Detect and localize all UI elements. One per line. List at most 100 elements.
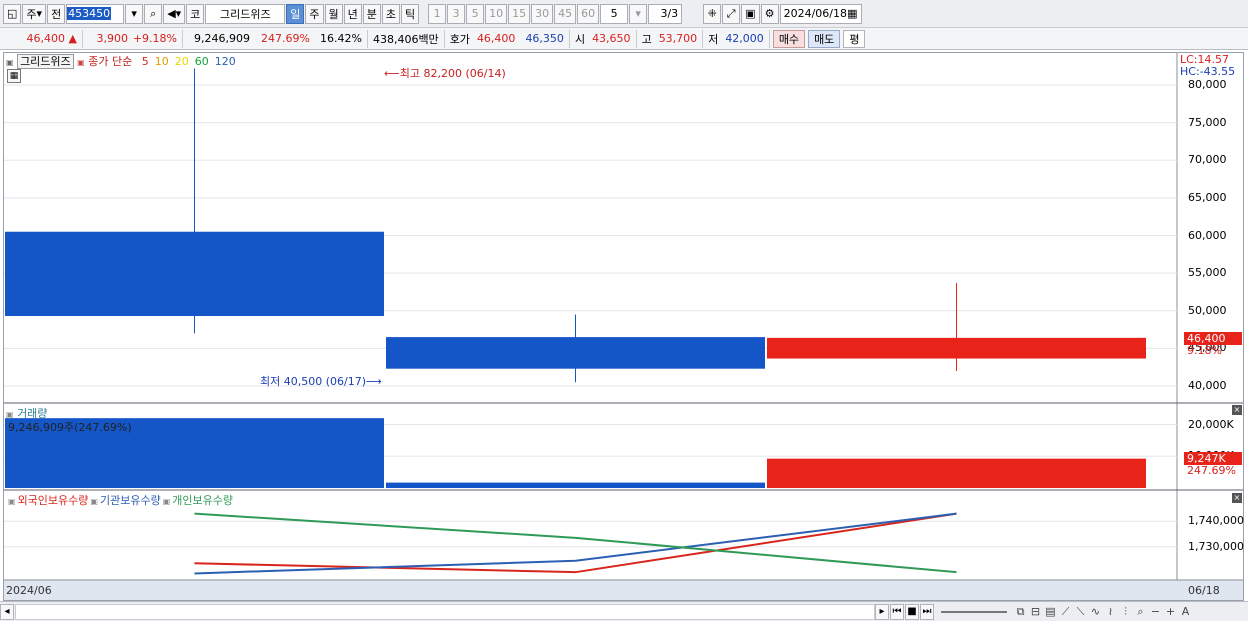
pane-marker-icon: ▣ (90, 497, 98, 506)
grid-icon[interactable]: ▤ (1043, 604, 1058, 620)
current-pct-tag: 9.18% (1187, 344, 1222, 357)
pane-marker-icon: ▣ (162, 497, 171, 506)
interval-button-30[interactable]: 30 (531, 3, 554, 24)
stock-code-value: 453450 (67, 7, 112, 20)
interval-button-1[interactable]: 1 (428, 3, 447, 24)
hc-value: HC:-43.55 (1180, 65, 1236, 78)
text-tool-icon[interactable]: A (1178, 604, 1193, 620)
interval-buttons: 1 3 5 10 15 30 45 60 (428, 3, 600, 24)
first-page-icon[interactable]: ⏮ (890, 603, 904, 620)
chart-canvas[interactable] (4, 53, 1243, 600)
market-select[interactable]: 주 ▾ (22, 3, 47, 24)
price-axis-tick: 65,000 (1188, 190, 1227, 204)
prev-button[interactable]: 전 (47, 3, 66, 24)
toolbar: ◱ 주 ▾ 전 453450 ▾ ⌕ ◀▾ 코 그리드위즈 일주월년분초틱 135… (0, 0, 1248, 28)
save-icon[interactable]: ▣ (741, 3, 760, 24)
search-icon[interactable]: ⌕ (144, 3, 163, 24)
code-label-button[interactable]: 코 (186, 3, 205, 24)
interval-button-45[interactable]: 45 (554, 3, 577, 24)
zoom-out-icon[interactable]: − (1148, 604, 1163, 620)
interval-button-3[interactable]: 3 (447, 3, 466, 24)
compare-icon[interactable]: ⧉ (1013, 604, 1028, 620)
date-value: 2024/06/18 (783, 7, 847, 20)
line-tool-icon[interactable]: ⟍ (1073, 604, 1088, 620)
count-dropdown-icon[interactable]: ▾ (629, 3, 648, 24)
chart-scrollbar: ◂ ▸ ⏮ ■ ⏭ ⧉ ⊟ ▤ ⟋ ⟍ ∿ ≀ ⫶ ⌕ − + A (0, 601, 1248, 621)
xaxis-band (4, 580, 1243, 600)
period-tab-3[interactable]: 년 (343, 3, 362, 24)
stock-name-field[interactable]: 그리드위즈 (205, 3, 286, 24)
ma-period-20[interactable]: 20 (175, 55, 189, 68)
stock-tag[interactable]: 그리드위즈 (17, 54, 74, 69)
period-tab-1[interactable]: 주 (305, 3, 324, 24)
stock-code-input[interactable]: 453450 (66, 3, 125, 24)
holding-axis-tick: 1,730,000 (1188, 539, 1244, 553)
date-input[interactable]: 2024/06/18 ▦ (779, 3, 862, 24)
period-tab-4[interactable]: 분 (362, 3, 381, 24)
period-tab-5[interactable]: 초 (381, 3, 401, 24)
period-tab-6[interactable]: 틱 (401, 3, 420, 24)
layout-icon[interactable]: ⊟ (1028, 604, 1043, 620)
interval-button-10[interactable]: 10 (485, 3, 508, 24)
ma-period-60[interactable]: 60 (195, 55, 209, 68)
crosshair-icon[interactable]: ⁜ (703, 3, 722, 24)
open-label: 시 (574, 32, 586, 46)
zoom-in-icon[interactable]: + (1163, 604, 1178, 620)
period-tab-2[interactable]: 월 (324, 3, 343, 24)
interval-button-60[interactable]: 60 (577, 3, 600, 24)
sell-button[interactable]: 매도 (808, 29, 841, 48)
ma-period-120[interactable]: 120 (215, 55, 236, 68)
period-tab-0[interactable]: 일 (286, 3, 305, 24)
market-select-label: 주 (26, 7, 37, 21)
price-axis-tick: 70,000 (1188, 153, 1227, 167)
draw-tool-icon[interactable]: ⤢ (722, 3, 741, 24)
zoom-slider[interactable] (941, 610, 1007, 613)
holding-series-label-0[interactable]: 외국인보유수량 (18, 494, 89, 507)
trade-amount: 438,406백만 (368, 29, 445, 48)
ma-period-5[interactable]: 5 (142, 55, 149, 68)
gear-icon[interactable]: ⚙ (760, 3, 779, 24)
chevron-down-icon: ▾ (36, 7, 43, 20)
period-tabs: 일주월년분초틱 (286, 3, 420, 24)
ma-period-10[interactable]: 10 (155, 55, 169, 68)
pane-close-icon[interactable]: × (1232, 405, 1242, 415)
count-input[interactable]: 5 (600, 3, 629, 24)
high-price: 53,700 (654, 29, 704, 48)
speaker-icon[interactable]: ◀▾ (163, 3, 186, 24)
grid-table-icon[interactable]: ▦ (7, 69, 21, 83)
scroll-track[interactable] (15, 603, 875, 620)
scroll-right-icon[interactable]: ▸ (875, 603, 889, 620)
high-label: 고 (641, 32, 652, 46)
buy-button[interactable]: 매수 (772, 29, 806, 48)
high-annotation: ⟵최고 82,200 (06/14) (384, 67, 506, 80)
window-layout-icon[interactable]: ◱ (3, 3, 22, 24)
candle-body (386, 337, 765, 369)
interval-button-5[interactable]: 5 (466, 3, 485, 24)
price-axis-tick: 40,000 (1188, 379, 1227, 392)
pane-marker-icon: ▣ (6, 58, 14, 67)
eval-button[interactable]: 평 (843, 29, 866, 48)
pane-marker-icon: ▣ (8, 497, 16, 506)
magnify-icon[interactable]: ⌕ (1133, 604, 1148, 620)
last-page-icon[interactable]: ⏭ (920, 603, 934, 620)
volume-value: 9,246,909 (194, 32, 250, 45)
turnover-rate: 16.42% (315, 29, 368, 48)
price-change: 3,900 (96, 32, 129, 45)
holding-series-label-1[interactable]: 기관보유수량 (100, 494, 161, 507)
code-dropdown-icon[interactable]: ▾ (125, 3, 144, 24)
bid-label: 호가 (449, 32, 470, 46)
pane-close-icon[interactable]: × (1232, 493, 1242, 503)
trend-tool-icon[interactable]: ⟋ (1058, 604, 1073, 620)
interval-button-15[interactable]: 15 (508, 3, 531, 24)
zigzag-tool-icon[interactable]: ≀ (1103, 604, 1118, 620)
holding-axis-tick: 1,740,000 (1188, 514, 1244, 528)
current-price: 46,400 ▲ (3, 29, 83, 48)
wave-tool-icon[interactable]: ∿ (1088, 604, 1103, 620)
scroll-left-icon[interactable]: ◂ (0, 603, 14, 620)
holding-series-label-2[interactable]: 개인보유수량 (172, 494, 233, 507)
fib-tool-icon[interactable]: ⫶ (1118, 604, 1133, 620)
arrow-left-icon: ⟵ (384, 67, 400, 80)
holding-pane-legend: ▣ 외국인보유수량 ▣ 기관보유수량 ▣ 개인보유수량 (6, 492, 233, 508)
stop-icon[interactable]: ■ (905, 603, 919, 620)
chart-area[interactable]: ▣ 그리드위즈 ▣ 종가 단순 5 10 20 60 120 ▦ ⟵최고 82,200 … (3, 52, 1244, 601)
